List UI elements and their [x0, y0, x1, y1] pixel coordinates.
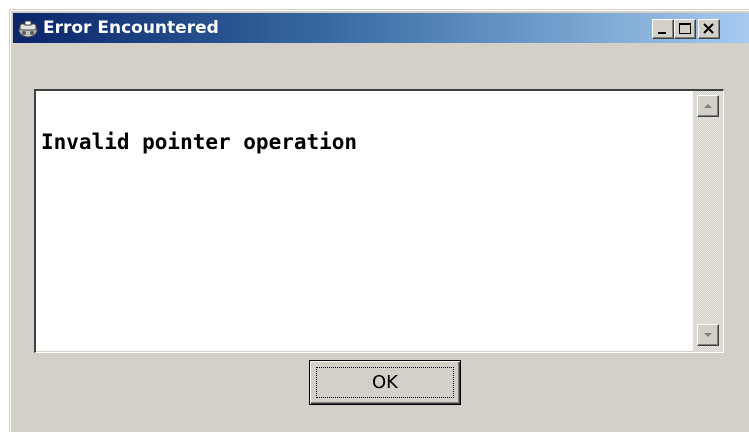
error-dialog-window: Error Encountered Invalid pointer operat…: [9, 9, 749, 432]
error-dialog-icon: [17, 18, 39, 38]
title-bar[interactable]: Error Encountered: [13, 13, 749, 43]
message-text-area[interactable]: Invalid pointer operation: [34, 89, 724, 353]
ok-button-label: OK: [316, 367, 454, 398]
window-title: Error Encountered: [43, 18, 219, 38]
error-message: Invalid pointer operation: [41, 130, 358, 154]
maximize-button[interactable]: [674, 19, 696, 39]
vertical-scrollbar[interactable]: [693, 91, 723, 352]
scroll-down-button[interactable]: [697, 324, 719, 346]
minimize-button[interactable]: [652, 19, 674, 39]
close-button[interactable]: [698, 19, 720, 39]
scroll-up-button[interactable]: [697, 95, 719, 117]
ok-button[interactable]: OK: [309, 360, 461, 405]
